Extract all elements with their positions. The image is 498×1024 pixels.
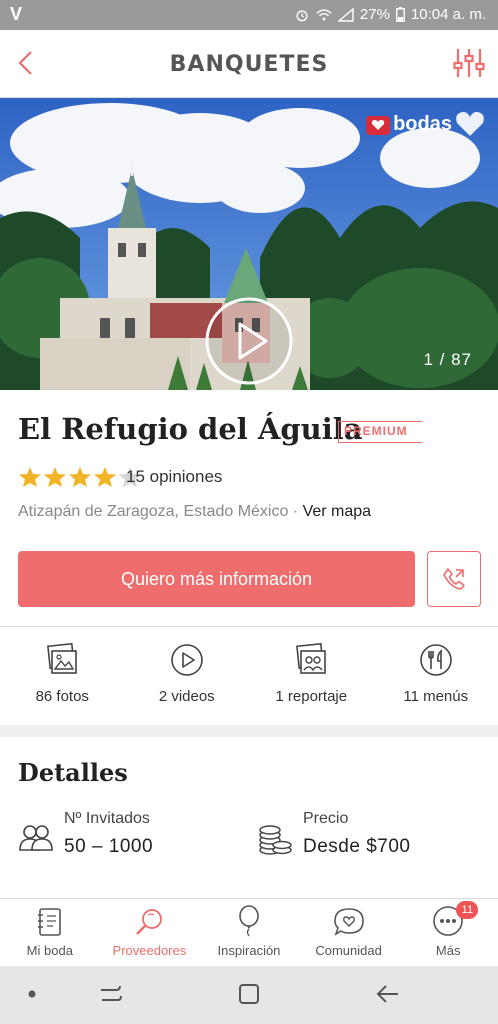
venue-photo-gallery[interactable]: bodas 1 / 87 [0,98,498,390]
guests-detail: Nº Invitados 50 – 1000 [19,810,154,858]
menu-icon [419,644,452,676]
media-summary: 86 fotos 2 videos 1 reportaje 11 menús [0,640,498,720]
star-icon [94,467,116,487]
guests-icon [19,825,53,851]
tv-heart-icon [366,116,391,135]
filter-sliders-icon[interactable] [452,46,486,80]
photos-icon [47,643,78,674]
brand-name: bodas [393,112,452,135]
media-reports[interactable]: 1 reportaje [249,640,374,720]
carrier-logo: V [10,4,23,24]
nav-mi-boda[interactable]: Mi boda [0,899,100,966]
phone-icon [443,568,465,590]
system-back-icon[interactable] [374,982,402,1006]
media-menus[interactable]: 11 menús [374,640,498,720]
nav-proveedores[interactable]: Proveedores [100,899,200,966]
media-photos[interactable]: 86 fotos [0,640,125,720]
system-navigation-bar [0,966,498,1024]
video-icon [170,644,203,676]
clock: 10:04 a. m. [410,6,486,23]
media-photos-label: 86 fotos [35,688,89,705]
status-bar: V 27% 10:04 a. m. [0,0,498,30]
price-label: Precio [303,810,349,827]
nav-label: Mi boda [26,943,73,958]
location-line: Atizapán de Zaragoza, Estado México · Ve… [18,503,371,521]
search-icon [136,909,163,935]
nav-label: Comunidad [315,943,382,958]
details-heading: Detalles [18,758,128,787]
guests-label: Nº Invitados [64,810,150,827]
request-info-button[interactable]: Quiero más información [18,551,415,607]
reviews-count[interactable]: 15 opiniones [126,467,222,487]
balloon-icon [239,905,259,937]
premium-badge: PREMIUM [338,421,423,443]
location-separator: · [288,503,303,520]
nav-comunidad[interactable]: Comunidad [299,899,399,966]
report-icon [296,643,327,674]
bottom-navigation: Mi boda Proveedores Inspiración Comunida… [0,898,498,966]
star-rating [18,466,142,488]
venue-name: El Refugio del Águila [18,412,363,446]
nav-label: Proveedores [112,943,187,958]
divider [0,626,498,627]
star-icon [19,467,41,487]
coins-icon [259,825,292,855]
top-bar: BANQUETES [0,30,498,98]
price-detail: Precio Desde $700 [259,810,411,858]
media-videos-label: 2 videos [158,688,215,705]
play-video-icon[interactable] [204,296,294,386]
page-title: BANQUETES [169,52,329,77]
nav-label: Más [435,943,461,958]
call-button[interactable] [427,551,481,607]
recent-apps-icon[interactable] [98,982,124,1006]
nav-inspiracion[interactable]: Inspiración [199,899,299,966]
nav-mas[interactable]: 11 Más [398,899,498,966]
media-videos[interactable]: 2 videos [125,640,250,720]
nav-label: Inspiración [217,943,281,958]
notification-badge: 11 [456,901,479,919]
chat-heart-icon [333,908,364,936]
battery-percent: 27% [359,6,390,23]
dot-icon [28,990,36,998]
home-icon[interactable] [237,982,261,1006]
heart-logo-icon [456,111,484,136]
view-map-link[interactable]: Ver mapa [303,503,371,520]
notebook-icon [37,908,61,936]
media-menus-label: 11 menús [403,688,469,705]
price-value: Desde $700 [303,836,411,857]
guests-value: 50 – 1000 [64,836,154,857]
media-reports-label: 1 reportaje [275,688,348,705]
star-icon [44,467,66,487]
wifi-icon [316,8,332,20]
battery-icon [396,7,405,22]
bodas-logo: bodas [365,110,486,138]
signal-icon [337,7,354,22]
star-icon [69,467,91,487]
section-separator [0,725,498,737]
alarm-icon [296,9,308,21]
location-text: Atizapán de Zaragoza, Estado México [18,503,289,520]
photo-counter: 1 / 87 [423,350,472,369]
